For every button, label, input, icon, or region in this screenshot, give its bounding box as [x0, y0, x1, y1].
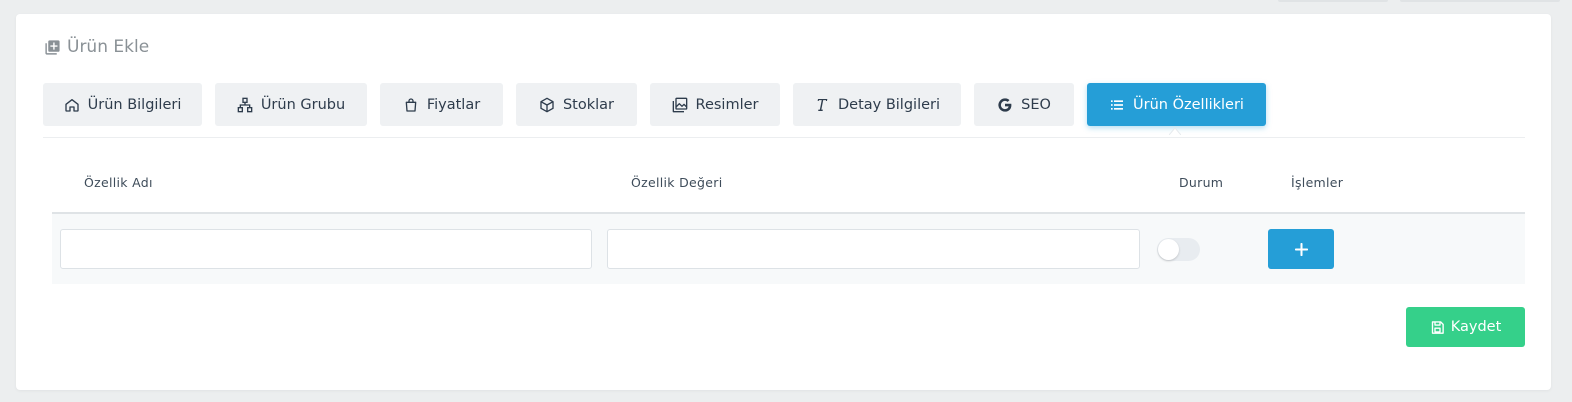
top-bar-stub — [1278, 0, 1388, 2]
shopping-bag-icon — [405, 97, 417, 112]
tab-label: SEO — [1021, 96, 1051, 113]
tab-label: Resimler — [695, 96, 759, 113]
active-tab-caret — [1169, 127, 1181, 135]
add-row-button[interactable] — [1268, 229, 1334, 269]
toggle-knob — [1158, 239, 1179, 260]
column-header-value: Özellik Değeri — [631, 175, 723, 190]
box-icon — [540, 97, 554, 112]
tab-urun-bilgileri[interactable]: Ürün Bilgileri — [43, 83, 202, 126]
top-bar-stub — [1400, 0, 1560, 2]
tab-urun-ozellikleri[interactable]: Ürün Özellikleri — [1087, 83, 1266, 126]
tabs-divider — [43, 137, 1525, 138]
feature-name-input[interactable] — [60, 229, 592, 269]
tab-label: Ürün Grubu — [260, 96, 346, 113]
table-header: Özellik Adı Özellik Değeri Durum İşlemle… — [52, 166, 1525, 212]
text-icon — [817, 98, 828, 111]
table-row — [52, 214, 1525, 284]
tab-fiyatlar[interactable]: Fiyatlar — [380, 83, 503, 126]
status-toggle[interactable] — [1157, 238, 1200, 261]
page-title: Ürün Ekle — [44, 36, 149, 58]
column-header-status: Durum — [1179, 175, 1224, 190]
tab-label: Ürün Özellikleri — [1133, 96, 1244, 113]
google-icon — [998, 97, 1012, 112]
product-card: Ürün Ekle Ürün Bilgileri Ürün Grubu Fiya… — [16, 14, 1551, 390]
images-icon — [672, 97, 687, 112]
save-icon — [1431, 320, 1444, 334]
tab-detay-bilgileri[interactable]: Detay Bilgileri — [793, 83, 961, 126]
add-box-icon — [45, 39, 60, 55]
column-header-name: Özellik Adı — [84, 175, 153, 190]
save-button-label: Kaydet — [1450, 319, 1502, 335]
home-icon — [64, 98, 79, 112]
tab-seo[interactable]: SEO — [974, 83, 1074, 126]
tab-stoklar[interactable]: Stoklar — [516, 83, 637, 126]
feature-value-input[interactable] — [607, 229, 1140, 269]
sitemap-icon — [237, 97, 253, 112]
tab-resimler[interactable]: Resimler — [650, 83, 780, 126]
tab-label: Detay Bilgileri — [837, 96, 941, 113]
page-title-text: Ürün Ekle — [67, 37, 150, 57]
save-button[interactable]: Kaydet — [1406, 307, 1525, 347]
tab-bar: Ürün Bilgileri Ürün Grubu Fiyatlar Stokl… — [43, 83, 1266, 126]
tab-label: Fiyatlar — [426, 96, 481, 113]
tab-label: Ürün Bilgileri — [87, 96, 182, 113]
list-icon — [1111, 99, 1124, 110]
plus-icon — [1294, 242, 1308, 256]
column-header-actions: İşlemler — [1291, 175, 1344, 190]
tab-urun-grubu[interactable]: Ürün Grubu — [215, 83, 367, 126]
tab-label: Stoklar — [562, 96, 615, 113]
